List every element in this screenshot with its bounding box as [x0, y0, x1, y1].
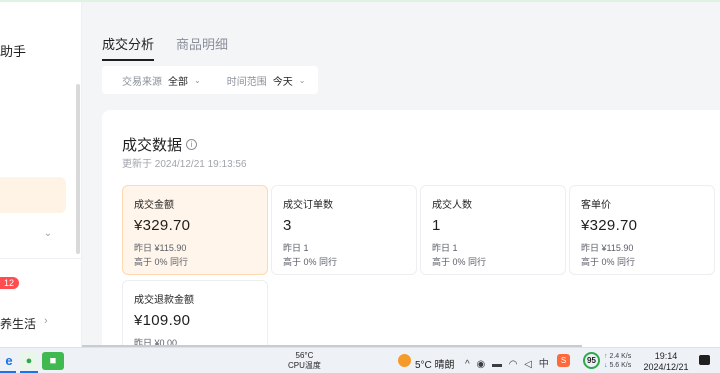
browser-icon[interactable]: e: [0, 352, 18, 370]
sidebar-item-active[interactable]: [0, 177, 66, 213]
metric-card-avg-price[interactable]: 客单价 ¥329.70 昨日 ¥115.90 高于 0% 同行: [569, 185, 715, 275]
sidebar-divider: [0, 258, 81, 259]
filter-source-label: 交易来源: [122, 76, 162, 88]
notification-badge: 12: [0, 277, 20, 289]
chevron-down-icon[interactable]: ⌄: [40, 226, 56, 242]
clock-time: 19:14: [654, 351, 678, 361]
system-clock[interactable]: 19:14 2024/12/21: [642, 351, 690, 373]
metric-label: 成交人数: [432, 200, 472, 211]
metric-card-orders[interactable]: 成交订单数 3 昨日 1 高于 0% 同行: [271, 185, 417, 275]
filter-bar: 交易来源 全部 ⌄ 时间范围 今天 ⌄: [102, 66, 318, 94]
download-arrow-icon: ↓: [604, 362, 608, 369]
transaction-data-panel: 成交数据 i 更新于 2024/12/21 19:13:56 成交金额 ¥329…: [102, 110, 720, 370]
net-unit: K/s: [621, 362, 632, 369]
tab-transaction-analysis[interactable]: 成交分析: [102, 34, 155, 61]
metric-value: 3: [283, 217, 292, 234]
filter-source[interactable]: 交易来源 全部 ⌄: [122, 73, 201, 88]
tab-bar: 成交分析 商品明细: [102, 34, 228, 61]
cpu-temp-label: CPU温度: [288, 361, 321, 370]
metric-value: ¥109.90: [134, 312, 191, 329]
taskbar: e ● ■ 56°C CPU温度 5°C 晴朗 ^ ◉ ▬ ◠ ◁ 中 S 95…: [0, 347, 720, 373]
net-down: 5.6: [609, 362, 620, 369]
chat-app-icon[interactable]: ■: [42, 352, 64, 370]
metric-peer: 高于 0% 同行: [283, 257, 338, 267]
panel-title-text: 成交数据: [122, 137, 183, 154]
chevron-right-icon[interactable]: ›: [44, 315, 48, 327]
net-up: 2.4: [609, 353, 620, 360]
metric-card-buyers[interactable]: 成交人数 1 昨日 1 高于 0% 同行: [420, 185, 566, 275]
metric-yesterday: 昨日 ¥115.90: [134, 243, 187, 253]
metric-label: 成交退款金额: [134, 295, 194, 306]
chevron-down-icon: ⌄: [194, 75, 201, 85]
updated-time: 更新于 2024/12/21 19:13:56: [122, 159, 247, 170]
metric-value: ¥329.70: [134, 217, 191, 234]
metric-peer: 高于 0% 同行: [581, 257, 636, 267]
app-tray-icon[interactable]: S: [557, 354, 570, 367]
clock-date: 2024/12/21: [643, 362, 689, 372]
metric-value: 1: [432, 217, 441, 234]
metric-peer: 高于 0% 同行: [134, 257, 189, 267]
metric-card-amount[interactable]: 成交金额 ¥329.70 昨日 ¥115.90 高于 0% 同行: [122, 185, 268, 275]
metric-label: 成交订单数: [283, 200, 333, 211]
filter-time-value: 今天: [272, 76, 293, 88]
net-unit: K/s: [621, 353, 632, 360]
sidebar-item-bottom[interactable]: 养生活: [0, 315, 36, 332]
upload-arrow-icon: ↑: [604, 353, 608, 360]
app-icon[interactable]: ●: [20, 352, 38, 370]
metric-yesterday: 昨日 1: [432, 243, 458, 253]
cpu-temperature: 56°C CPU温度: [288, 351, 321, 371]
sidebar: 助手 ⌄ 12 养生活 ›: [0, 2, 82, 347]
cpu-temp-value: 56°C: [295, 351, 314, 360]
chevron-down-icon: ⌄: [298, 75, 306, 85]
metric-yesterday: 昨日 ¥115.90: [581, 243, 634, 253]
filter-time-range[interactable]: 时间范围 今天 ⌄: [227, 73, 306, 88]
performance-gauge[interactable]: 95: [583, 352, 600, 369]
weather-icon[interactable]: [398, 354, 411, 367]
tab-product-details[interactable]: 商品明细: [176, 34, 228, 61]
main-content: 成交分析 商品明细 交易来源 全部 ⌄ 时间范围 今天 ⌄ 成交数据 i 更新于…: [82, 2, 720, 370]
metric-label: 成交金额: [134, 200, 174, 211]
weather-text[interactable]: 5°C 晴朗: [415, 356, 455, 371]
filter-source-value: 全部: [168, 76, 188, 88]
metric-value: ¥329.70: [581, 217, 638, 234]
network-speed: ↑ 2.4 K/s ↓ 5.6 K/s: [604, 352, 631, 370]
panel-title: 成交数据 i: [122, 134, 198, 155]
metric-yesterday: 昨日 1: [283, 243, 309, 253]
metric-peer: 高于 0% 同行: [432, 257, 487, 267]
notification-icon[interactable]: [699, 355, 710, 365]
sidebar-title: 助手: [0, 44, 27, 59]
info-icon[interactable]: i: [186, 139, 198, 150]
system-tray-icons[interactable]: ^ ◉ ▬ ◠ ◁ 中: [465, 355, 551, 370]
filter-time-label: 时间范围: [226, 76, 267, 88]
metric-label: 客单价: [581, 200, 611, 211]
sidebar-scrollbar[interactable]: [76, 84, 80, 254]
